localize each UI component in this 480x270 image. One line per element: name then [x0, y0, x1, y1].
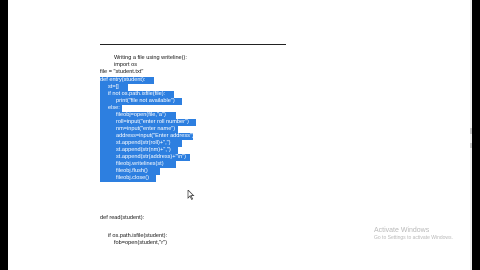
code-line: fob=open(student,"r") — [114, 240, 167, 246]
scrollbar-marker — [470, 143, 472, 148]
code-line-selected: fileobj.flush() — [116, 168, 148, 174]
code-line-selected: fileobj.close() — [116, 175, 149, 181]
code-line-selected: nm=input("enter name") — [116, 126, 176, 132]
code-line-selected: fileobj=open(file,"a") — [116, 112, 166, 118]
mouse-pointer-icon — [187, 190, 195, 200]
code-line: file = "student.txt" — [100, 69, 144, 75]
code-line-selected: st.append(str(nm)+",") — [116, 147, 171, 153]
code-line-selected: address=input("Enter address") — [116, 133, 194, 139]
scrollbar-marker — [470, 128, 472, 134]
code-line-selected: def entry(student): — [100, 77, 146, 83]
code-line: import os — [114, 62, 138, 68]
code-line: def read(student): — [100, 215, 145, 221]
code-line-selected: st.append(str(address)+"\n") — [116, 154, 187, 160]
code-line-selected: else: — [108, 105, 120, 111]
watermark-title: Activate Windows — [374, 227, 430, 234]
code-line-selected: if not os.path.isfile(file): — [108, 91, 166, 97]
code-line-selected: st=[] — [108, 84, 119, 90]
vertical-scrollbar[interactable] — [470, 0, 472, 270]
code-line-selected: roll=input("enter roll number") — [116, 119, 189, 125]
code-line: if os.path.isfile(student): — [108, 233, 168, 239]
doc-heading-line: Writing a file using writeline(): — [114, 55, 187, 61]
watermark-subtitle: Go to Settings to activate Windows. — [374, 235, 453, 241]
activate-windows-watermark: Activate Windows Go to Settings to activ… — [374, 226, 453, 242]
horizontal-rule — [100, 44, 286, 45]
code-line-selected: fileobj.writelines(st) — [116, 161, 164, 167]
code-line-selected: st.append(str(roll)+",") — [116, 140, 171, 146]
code-line-selected: print("file not available") — [116, 98, 175, 104]
